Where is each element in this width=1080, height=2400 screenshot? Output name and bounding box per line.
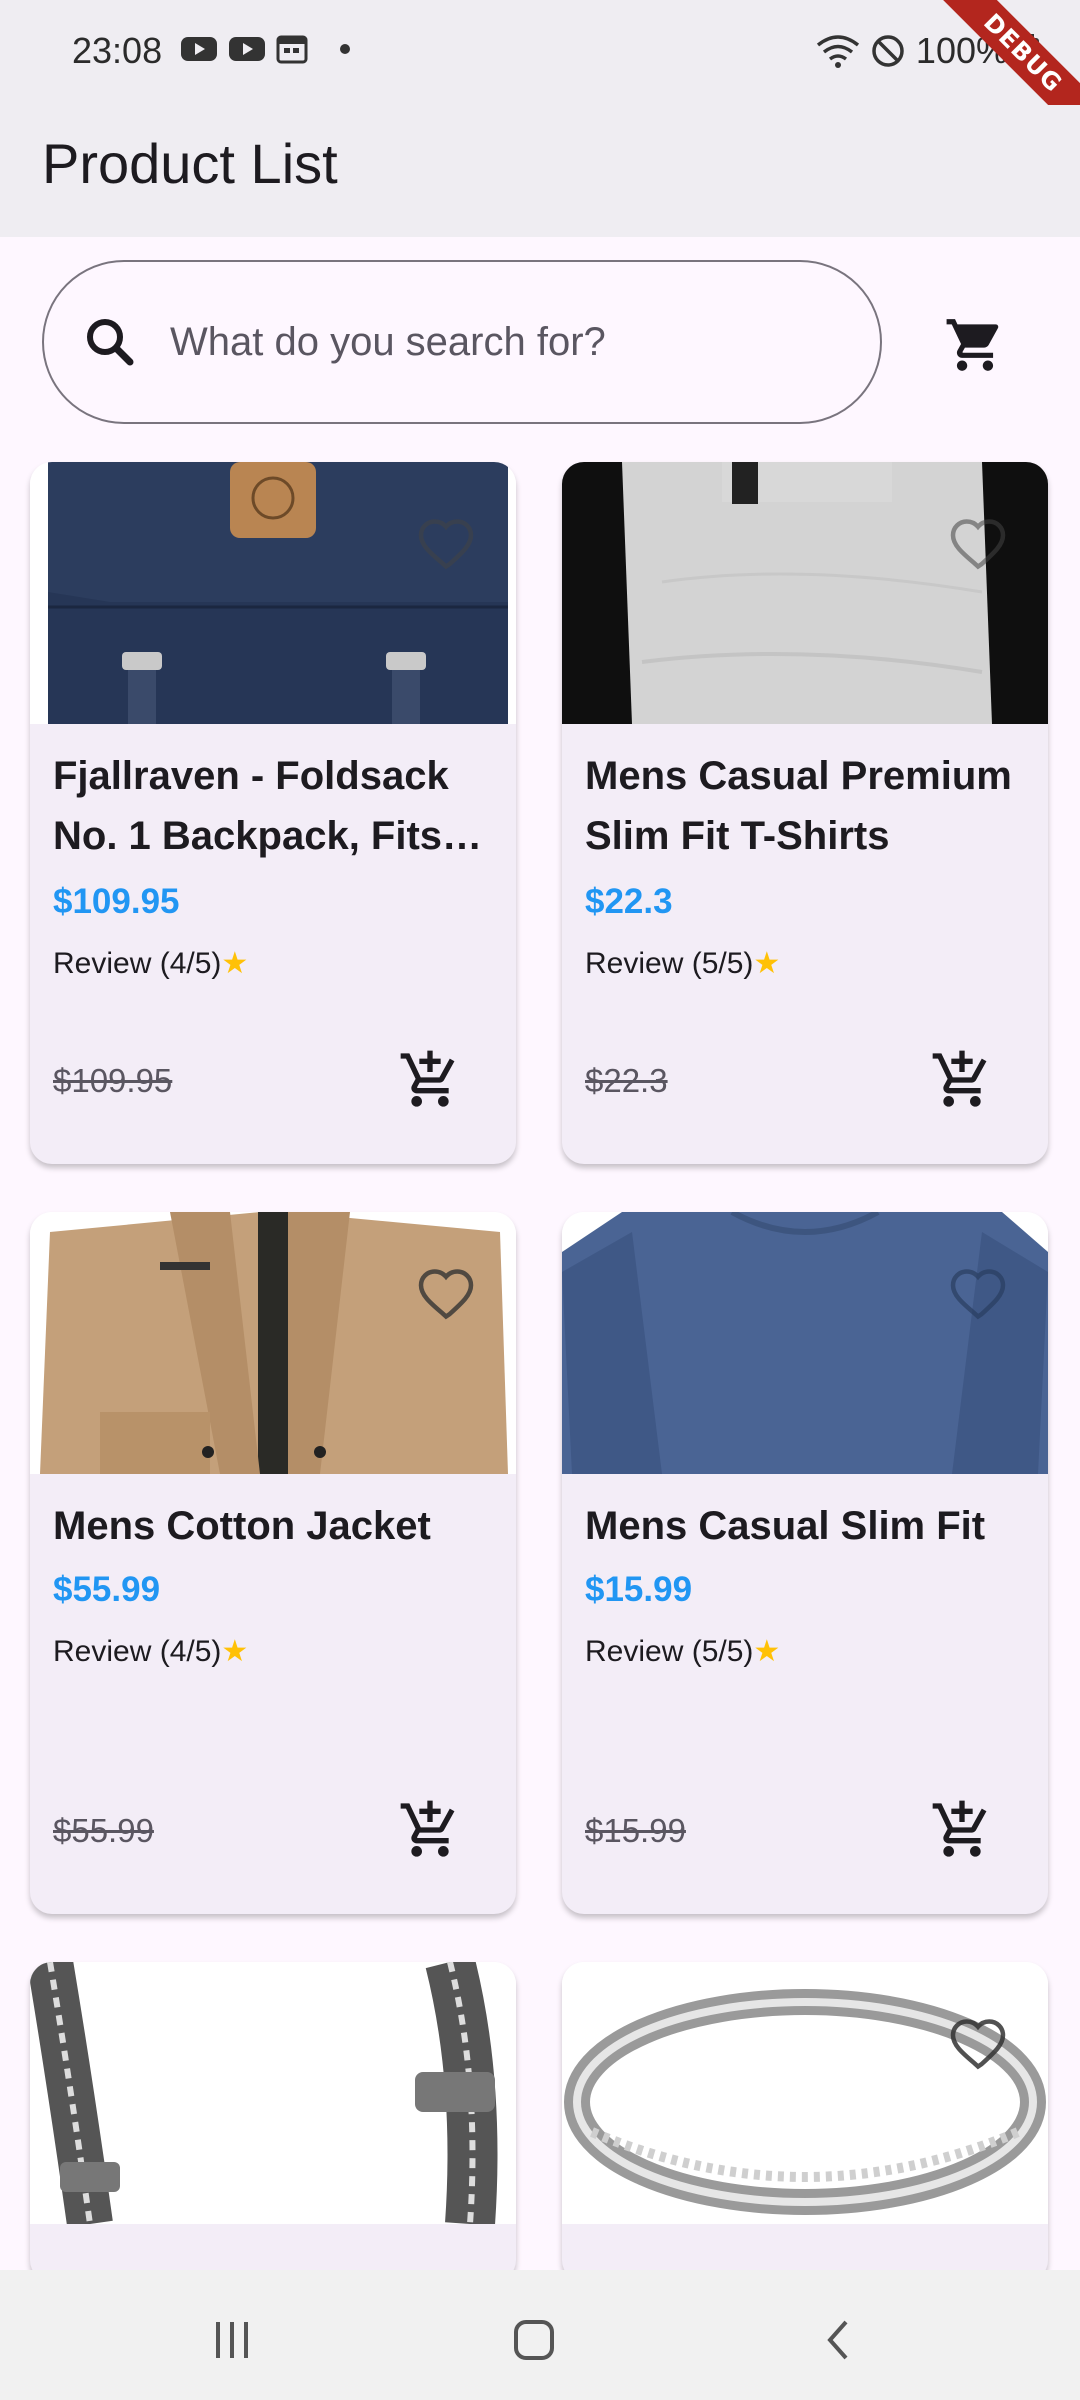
product-review: Review (4/5)★ (53, 1634, 248, 1669)
review-text: Review (5/5) (585, 1635, 754, 1668)
product-title-line: Mens Casual Slim Fit (585, 1504, 986, 1548)
status-time: 23:08 (72, 30, 163, 71)
home-button[interactable] (504, 2310, 564, 2370)
add-shopping-cart-icon[interactable] (398, 1048, 462, 1112)
review-text: Review (4/5) (53, 947, 222, 980)
add-shopping-cart-icon[interactable] (398, 1798, 462, 1862)
product-title-line: Mens Cotton Jacket (53, 1504, 431, 1548)
search-input[interactable] (170, 302, 850, 382)
longsleeve-image (562, 1212, 1048, 1474)
product-title-line: No. 1 Backpack, Fits 15 Laptops (53, 814, 493, 858)
product-card[interactable]: Mens Casual Premium Slim Fit T-Shirts $2… (562, 462, 1048, 1164)
home-icon (514, 2320, 554, 2360)
product-title: Mens Cotton Jacket (53, 1496, 493, 1556)
wifi-icon (816, 35, 860, 68)
search-icon (87, 319, 134, 366)
product-price: $109.95 (53, 882, 180, 921)
add-shopping-cart-icon[interactable] (930, 1798, 994, 1862)
product-old-price: $55.99 (53, 1812, 154, 1849)
review-text: Review (4/5) (53, 1635, 222, 1668)
product-review: Review (4/5)★ (53, 946, 248, 981)
notification-icons (180, 34, 350, 64)
product-image (562, 462, 1048, 724)
favorite-heart-icon[interactable] (416, 514, 476, 574)
product-card[interactable]: Fjallraven - Foldsack No. 1 Backpack, Fi… (30, 462, 516, 1164)
app-bar: Product List (0, 105, 1080, 237)
status-bar: 23:08 100% DEBUG (0, 0, 1080, 148)
product-image (30, 1212, 516, 1474)
product-image (562, 1962, 1048, 2224)
do-not-disturb-icon (872, 35, 904, 67)
star-icon: ★ (753, 947, 781, 980)
search-bar[interactable] (42, 260, 882, 424)
calendar-icon (276, 35, 308, 64)
jacket-image (30, 1212, 516, 1474)
product-price: $15.99 (585, 1570, 693, 1609)
product-title: Mens Casual Slim Fit (585, 1496, 1025, 1556)
ring-image (562, 1962, 1048, 2224)
back-button[interactable] (808, 2310, 868, 2370)
page-title: Product List (42, 132, 338, 195)
star-icon: ★ (221, 947, 249, 980)
favorite-heart-icon[interactable] (948, 2014, 1008, 2074)
product-card[interactable]: Mens Casual Slim Fit $15.99 Review (5/5)… (562, 1212, 1048, 1914)
cart-button[interactable] (940, 310, 1010, 380)
product-title-line: Mens Casual Premium (585, 754, 1012, 798)
product-title-line: Fjallraven - Foldsack (53, 754, 449, 798)
product-old-price: $109.95 (53, 1062, 173, 1099)
product-card[interactable] (30, 1962, 516, 2282)
product-card[interactable] (562, 1962, 1048, 2282)
product-image (30, 462, 516, 724)
tshirt-image (562, 462, 1048, 724)
product-price: $55.99 (53, 1570, 161, 1609)
product-image (30, 1962, 516, 2224)
recent-apps-button[interactable] (202, 2310, 262, 2370)
recent-apps-icon (216, 2322, 248, 2358)
youtube-icon (229, 37, 265, 61)
review-text: Review (5/5) (585, 947, 754, 980)
shopping-cart-icon (946, 319, 999, 371)
backpack-image (30, 462, 516, 724)
add-shopping-cart-icon[interactable] (930, 1048, 994, 1112)
product-card[interactable]: Mens Cotton Jacket $55.99 Review (4/5)★ … (30, 1212, 516, 1914)
favorite-heart-icon[interactable] (948, 1264, 1008, 1324)
product-title-line: Slim Fit T-Shirts (585, 814, 890, 858)
favorite-heart-icon[interactable] (948, 514, 1008, 574)
product-old-price: $22.3 (585, 1062, 668, 1099)
more-notifications-dot (340, 44, 350, 54)
bracelet-image (30, 1962, 516, 2224)
product-title: Fjallraven - Foldsack No. 1 Backpack, Fi… (53, 746, 493, 866)
product-price: $22.3 (585, 882, 673, 921)
favorite-heart-icon[interactable] (416, 1264, 476, 1324)
star-icon: ★ (753, 1635, 781, 1668)
star-icon: ★ (221, 1635, 249, 1668)
product-old-price: $15.99 (585, 1812, 686, 1849)
product-review: Review (5/5)★ (585, 946, 780, 981)
product-review: Review (5/5)★ (585, 1634, 780, 1669)
youtube-icon (181, 37, 217, 61)
product-title: Mens Casual Premium Slim Fit T-Shirts (585, 746, 1025, 866)
system-navigation-bar (0, 2270, 1080, 2400)
product-image (562, 1212, 1048, 1474)
back-icon (827, 2320, 848, 2360)
